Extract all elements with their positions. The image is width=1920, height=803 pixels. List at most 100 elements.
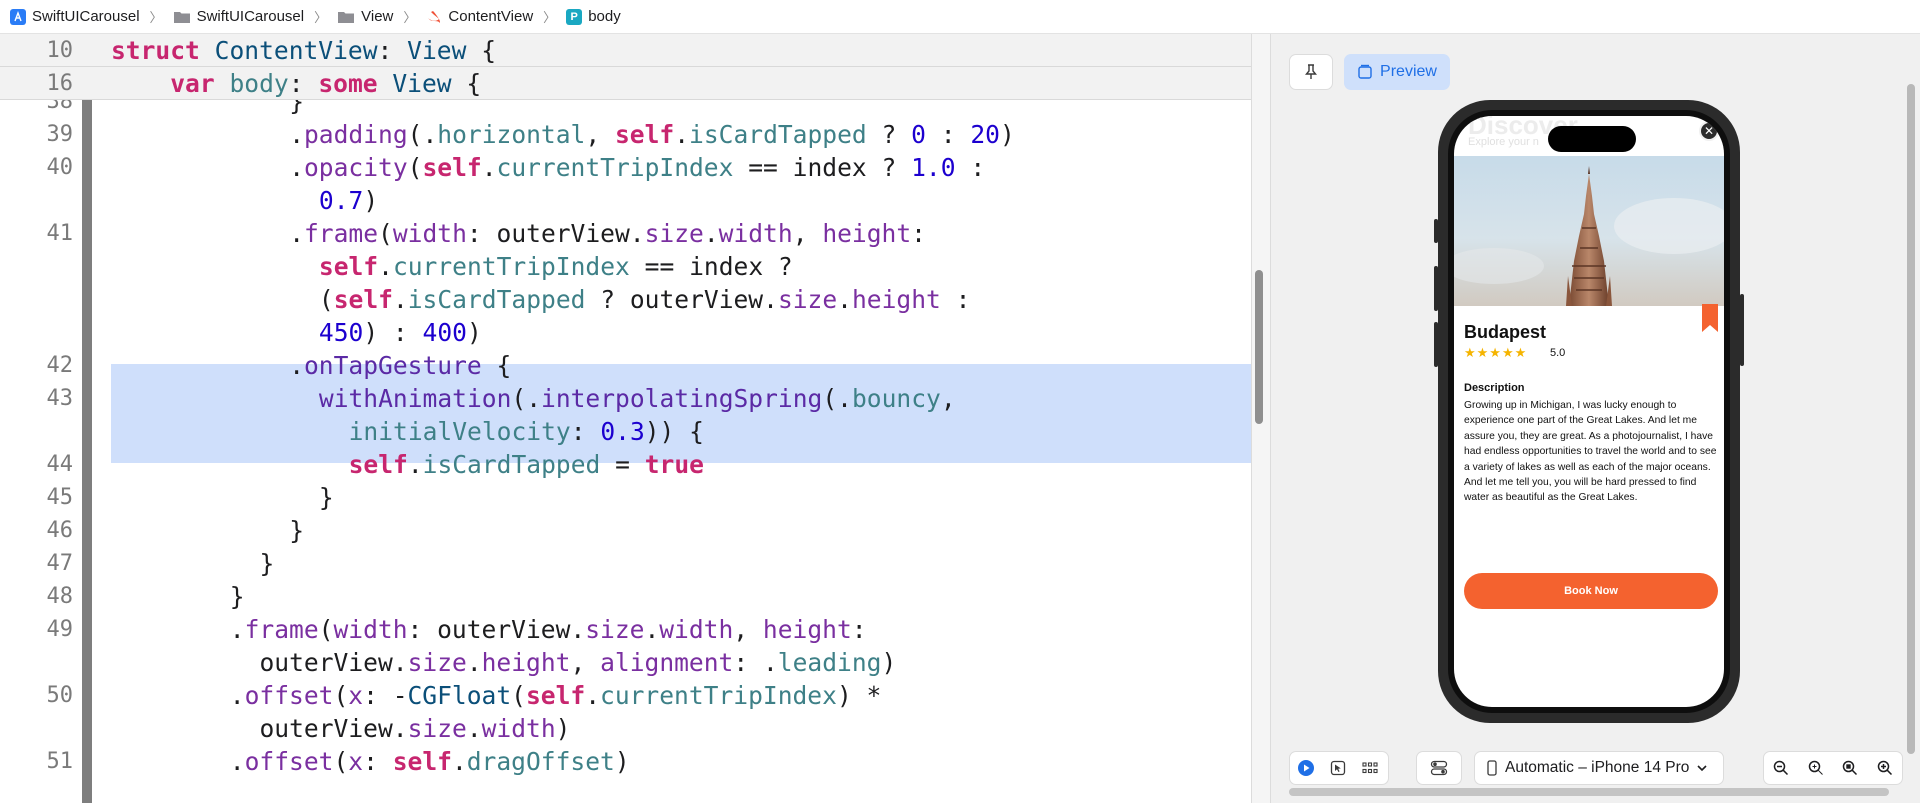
code-line[interactable]: 47} xyxy=(0,547,1251,580)
code-line[interactable]: 39 .padding(.horizontal, self.isCardTappe… xyxy=(0,118,1251,151)
close-card-button[interactable]: ✕ xyxy=(1699,121,1719,141)
zoom-in-button[interactable] xyxy=(1869,752,1901,784)
code-line[interactable]: 16 var body: some View { xyxy=(0,67,1251,100)
code-line[interactable]: initialVelocity: 0.3)) { xyxy=(0,415,1251,448)
code-token: ) xyxy=(555,714,571,743)
code-text: .offset(x: self.dragOffset) xyxy=(230,745,630,778)
code-line[interactable]: outerView.size.width) xyxy=(0,712,1251,745)
code-line[interactable]: 40 .opacity(self.currentTripIndex == inde… xyxy=(0,151,1251,184)
code-token: width xyxy=(481,714,556,743)
breadcrumb-group[interactable]: SwiftUICarousel xyxy=(173,8,304,25)
line-number: 16 xyxy=(46,71,74,96)
code-token: ( xyxy=(378,219,393,248)
chevron-down-icon xyxy=(1697,765,1707,772)
editor-scrollbar[interactable] xyxy=(1255,270,1263,424)
code-token: bouncy xyxy=(851,384,941,413)
code-line[interactable]: 450) : 400) xyxy=(0,316,1251,349)
code-token: horizontal xyxy=(437,120,586,149)
canvas-horizontal-scrollbar[interactable] xyxy=(1289,788,1889,796)
code-token: self xyxy=(614,120,675,149)
code-token: size xyxy=(644,219,704,248)
code-line[interactable]: 41 .frame(width: outerView.size.width, he… xyxy=(0,217,1251,250)
code-token: ) xyxy=(614,747,630,776)
variants-button[interactable] xyxy=(1354,752,1386,784)
breadcrumb-project-label: SwiftUICarousel xyxy=(32,8,140,25)
code-token: frame xyxy=(244,615,319,644)
code-token: )) { xyxy=(644,417,704,446)
code-line[interactable]: 42 .onTapGesture { xyxy=(0,349,1251,382)
canvas-vertical-scrollbar[interactable] xyxy=(1907,84,1915,754)
device-settings-button[interactable] xyxy=(1416,751,1462,785)
code-token: outerView. xyxy=(259,714,408,743)
code-line[interactable]: 50 .offset(x: -CGFloat(self.currentTripIn… xyxy=(0,679,1251,712)
code-token: == index ? xyxy=(733,153,912,182)
code-line[interactable]: 48} xyxy=(0,580,1251,613)
breadcrumb-file[interactable]: ContentView xyxy=(426,8,533,25)
live-mode-button[interactable] xyxy=(1290,752,1322,784)
code-token: : xyxy=(940,285,971,314)
simulator-screen[interactable]: Discover Explore your n ✕ Budapest ★★★★★… xyxy=(1454,116,1724,707)
book-now-button[interactable]: Book Now xyxy=(1464,573,1718,609)
zoom-to-fit-button[interactable] xyxy=(1834,752,1866,784)
code-token: ) xyxy=(1000,120,1015,149)
pin-preview-button[interactable] xyxy=(1289,54,1333,90)
preview-canvas: Preview Discover Explore your n ✕ Budape… xyxy=(1271,34,1920,803)
code-line[interactable]: 51 .offset(x: self.dragOffset) xyxy=(0,745,1251,778)
code-text: withAnimation(.interpolatingSpring(.boun… xyxy=(319,382,956,415)
code-token: height xyxy=(481,648,571,677)
code-token: self xyxy=(422,153,482,182)
code-token: ( xyxy=(333,681,349,710)
code-line[interactable]: self.currentTripIndex == index ? xyxy=(0,250,1251,283)
code-token: true xyxy=(644,450,704,479)
code-token: { xyxy=(451,69,482,98)
device-selector[interactable]: Automatic – iPhone 14 Pro xyxy=(1474,751,1724,785)
line-number: 51 xyxy=(46,749,74,774)
code-line[interactable]: 45} xyxy=(0,481,1251,514)
code-token: CGFloat xyxy=(407,681,512,710)
breadcrumb-symbol-label: body xyxy=(588,8,621,25)
code-token: height xyxy=(762,615,852,644)
code-text: } xyxy=(318,483,334,512)
bookmark-icon[interactable] xyxy=(1700,304,1720,334)
code-editor[interactable]: 38} 39 .padding(.horizontal, self.isCardTa… xyxy=(0,34,1251,803)
chevron-right-icon: 〉 xyxy=(403,10,417,25)
code-token: , xyxy=(940,384,956,413)
breadcrumb-symbol[interactable]: P body xyxy=(566,8,621,25)
code-token: . xyxy=(481,153,497,182)
code-token: 0.3 xyxy=(600,417,645,446)
code-line[interactable]: 46} xyxy=(0,514,1251,547)
code-token: . xyxy=(674,120,690,149)
selectable-mode-button[interactable] xyxy=(1322,752,1354,784)
code-token: . xyxy=(229,681,245,710)
code-token: ( xyxy=(511,681,526,710)
code-token: size xyxy=(407,714,467,743)
code-text: .frame(width: outerView.size.width, heig… xyxy=(230,613,867,646)
code-line[interactable]: 43 withAnimation(.interpolatingSpring(.bo… xyxy=(0,382,1251,415)
toggles-icon xyxy=(1430,760,1448,776)
code-line[interactable]: 0.7) xyxy=(0,184,1251,217)
code-token: : xyxy=(288,69,319,98)
iphone-frame: Discover Explore your n ✕ Budapest ★★★★★… xyxy=(1438,100,1740,723)
code-line[interactable]: 44 self.isCardTapped = true xyxy=(0,448,1251,481)
code-token: . xyxy=(466,648,482,677)
code-line[interactable]: outerView.size.height, alignment: .leadi… xyxy=(0,646,1251,679)
code-token: : . xyxy=(733,648,778,677)
zoom-fit-icon xyxy=(1843,760,1858,776)
code-token: == index ? xyxy=(629,252,793,281)
code-token: : xyxy=(955,153,986,182)
zoom-actual-size-button[interactable] xyxy=(1800,752,1832,784)
code-token: x xyxy=(348,747,364,776)
breadcrumb-project[interactable]: SwiftUICarousel xyxy=(10,8,140,25)
code-line[interactable]: 49 .frame(width: outerView.size.width, he… xyxy=(0,613,1251,646)
breadcrumb-folder[interactable]: View xyxy=(337,8,393,25)
preview-button[interactable]: Preview xyxy=(1344,54,1450,90)
code-token: . xyxy=(451,747,467,776)
code-token: isCardTapped xyxy=(422,450,601,479)
code-line[interactable]: 10 struct ContentView: View { xyxy=(0,34,1251,67)
code-token: width xyxy=(718,219,793,248)
zoom-out-button[interactable] xyxy=(1765,752,1797,784)
code-token: ContentView xyxy=(214,36,378,65)
code-line[interactable]: (self.isCardTapped ? outerView.size.heig… xyxy=(0,283,1251,316)
